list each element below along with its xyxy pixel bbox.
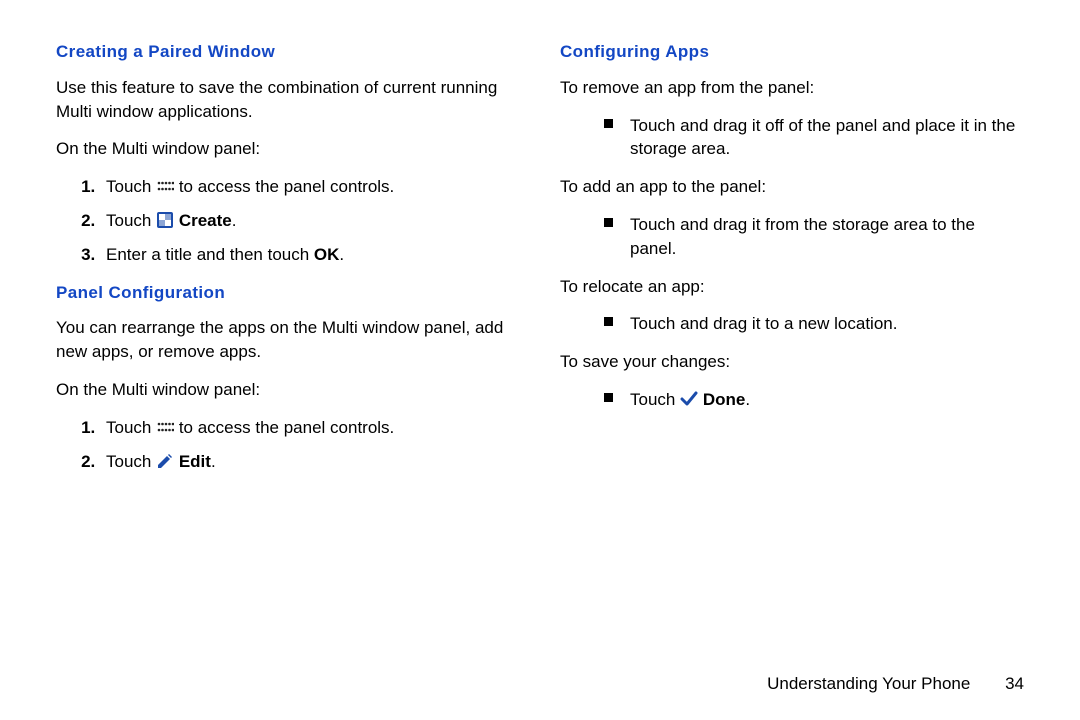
step-text: to access the panel controls. bbox=[179, 177, 394, 196]
step-text: Touch bbox=[106, 177, 156, 196]
step-item: Touch Edit. bbox=[100, 450, 520, 474]
steps-list: Touch to access the panel controls. Touc… bbox=[56, 416, 520, 474]
chapter-title: Understanding Your Phone bbox=[767, 674, 970, 693]
paragraph: On the Multi window panel: bbox=[56, 137, 520, 161]
step-text: to access the panel controls. bbox=[179, 418, 394, 437]
done-icon bbox=[680, 390, 698, 408]
left-column: Creating a Paired Window Use this featur… bbox=[56, 40, 540, 690]
step-item: Enter a title and then touch OK. bbox=[100, 243, 520, 267]
bullet-item: Touch and drag it to a new location. bbox=[604, 312, 1024, 336]
step-text: Touch bbox=[106, 418, 156, 437]
paragraph: To relocate an app: bbox=[560, 275, 1024, 299]
heading-creating-paired-window: Creating a Paired Window bbox=[56, 40, 520, 64]
create-icon bbox=[156, 211, 174, 229]
edit-label: Edit bbox=[179, 452, 211, 471]
create-label: Create bbox=[179, 211, 232, 230]
bullet-item: Touch and drag it off of the panel and p… bbox=[604, 114, 1024, 162]
bullet-list: Touch and drag it from the storage area … bbox=[560, 213, 1024, 261]
bullet-list: Touch and drag it to a new location. bbox=[560, 312, 1024, 336]
step-text: Touch bbox=[106, 452, 156, 471]
edit-icon bbox=[156, 452, 174, 470]
paragraph: To add an app to the panel: bbox=[560, 175, 1024, 199]
steps-list: Touch to access the panel controls. Touc… bbox=[56, 175, 520, 266]
step-text: Touch bbox=[106, 211, 156, 230]
step-text: . bbox=[211, 452, 216, 471]
done-label: Done bbox=[703, 390, 746, 409]
step-text: Create. bbox=[179, 211, 237, 230]
bullet-text: Touch bbox=[630, 390, 680, 409]
heading-configuring-apps: Configuring Apps bbox=[560, 40, 1024, 64]
bullet-list: Touch Done. bbox=[560, 388, 1024, 412]
bullet-text: . bbox=[745, 390, 750, 409]
step-item: Touch to access the panel controls. bbox=[100, 416, 520, 440]
paragraph: Use this feature to save the combination… bbox=[56, 76, 520, 124]
step-text: Enter a title and then touch bbox=[106, 245, 314, 264]
step-item: Touch to access the panel controls. bbox=[100, 175, 520, 199]
page-number: 34 bbox=[1005, 674, 1024, 694]
ok-label: OK bbox=[314, 245, 340, 264]
step-text: . bbox=[339, 245, 344, 264]
panel-controls-icon bbox=[156, 418, 174, 436]
bullet-list: Touch and drag it off of the panel and p… bbox=[560, 114, 1024, 162]
panel-controls-icon bbox=[156, 177, 174, 195]
paragraph: To remove an app from the panel: bbox=[560, 76, 1024, 100]
step-text: Edit. bbox=[179, 452, 216, 471]
page-footer: Understanding Your Phone 34 bbox=[767, 674, 1024, 694]
manual-page: Creating a Paired Window Use this featur… bbox=[0, 0, 1080, 720]
paragraph: You can rearrange the apps on the Multi … bbox=[56, 316, 520, 364]
right-column: Configuring Apps To remove an app from t… bbox=[540, 40, 1024, 690]
bullet-item: Touch and drag it from the storage area … bbox=[604, 213, 1024, 261]
paragraph: To save your changes: bbox=[560, 350, 1024, 374]
bullet-item: Touch Done. bbox=[604, 388, 1024, 412]
heading-panel-configuration: Panel Configuration bbox=[56, 281, 520, 305]
step-text: . bbox=[232, 211, 237, 230]
step-item: Touch Create. bbox=[100, 209, 520, 233]
paragraph: On the Multi window panel: bbox=[56, 378, 520, 402]
bullet-text: Done. bbox=[703, 390, 750, 409]
